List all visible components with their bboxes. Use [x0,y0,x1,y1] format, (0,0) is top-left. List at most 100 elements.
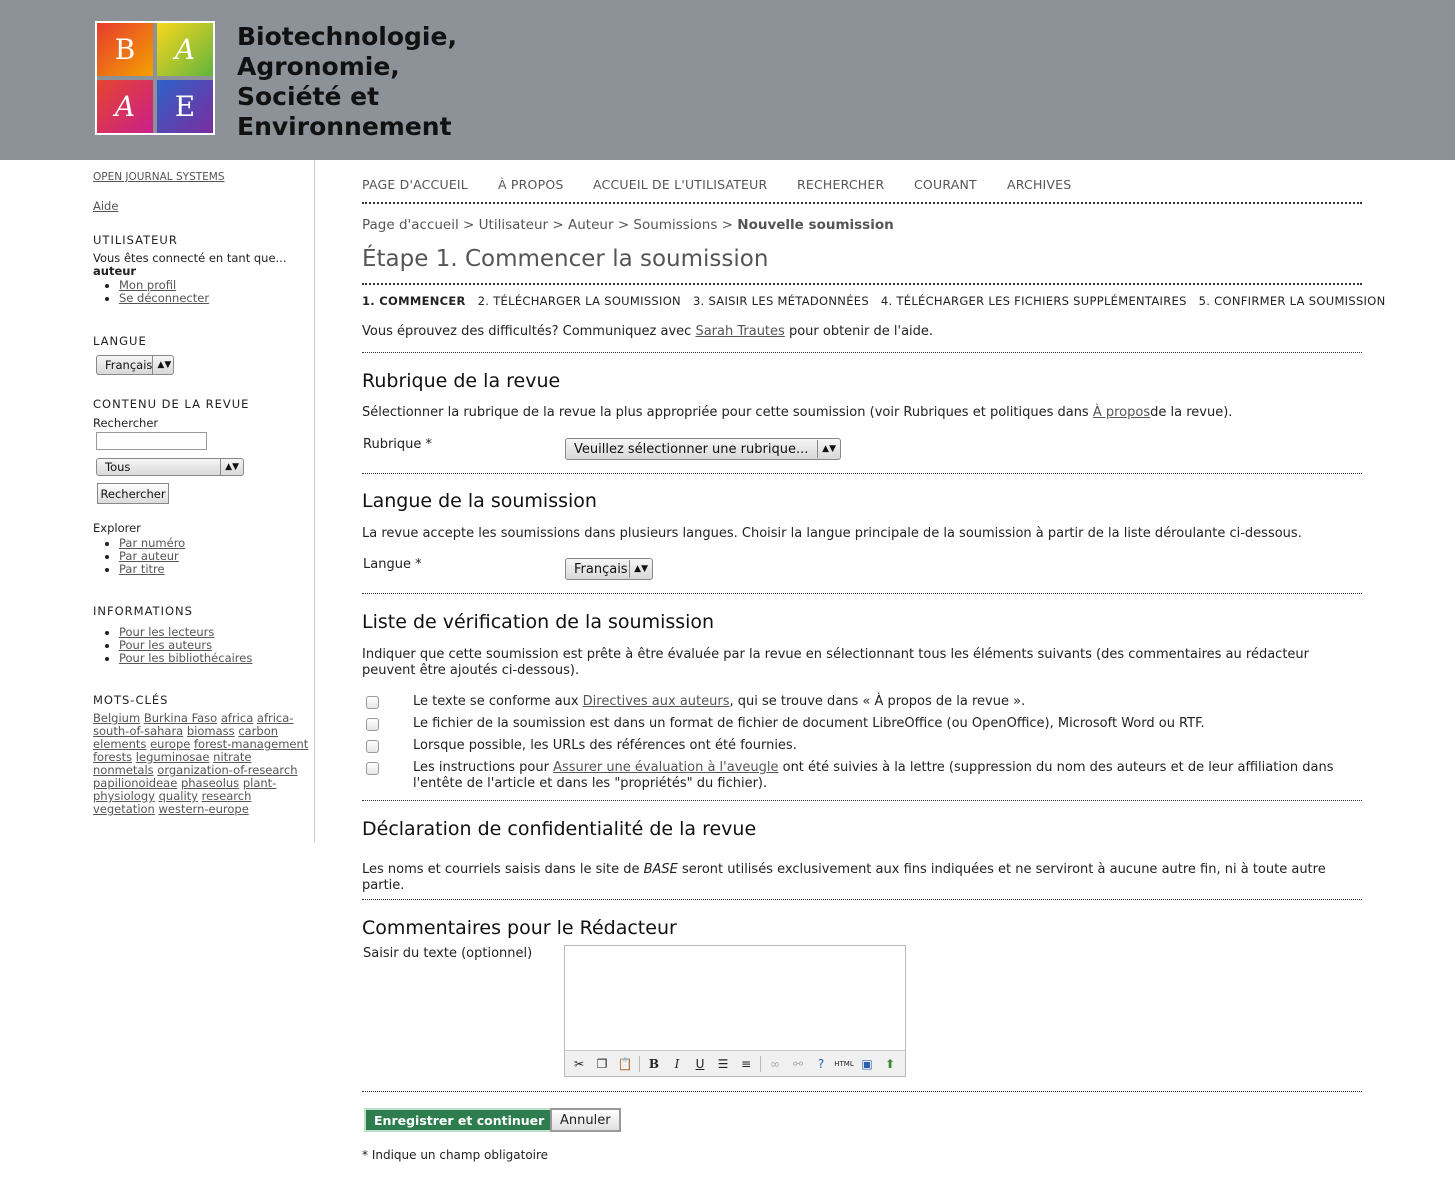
checklist-checkbox-4[interactable] [366,762,379,775]
cancel-button[interactable]: Annuler [550,1108,621,1132]
checklist-checkbox-2[interactable] [366,718,379,731]
keyword-link[interactable]: biomass [187,724,235,738]
divider [362,1091,1362,1092]
paste-icon[interactable]: 📋 [615,1054,635,1074]
bullet-list-icon[interactable]: ☰ [713,1054,733,1074]
blind-review-link[interactable]: Assurer une évaluation à l'aveugle [553,760,778,775]
open-journal-systems-link[interactable]: OPEN JOURNAL SYSTEMS [93,171,225,183]
italic-icon[interactable]: I [667,1054,687,1074]
language-section-title: Langue de la soumission [362,490,597,512]
nav-archives[interactable]: ARCHIVES [1007,177,1071,192]
keyword-link[interactable]: vegetation [93,802,155,816]
nav-home[interactable]: PAGE D'ACCUEIL [362,177,468,192]
underline-icon[interactable]: U [690,1054,710,1074]
divider [362,899,1362,900]
keyword-link[interactable]: carbon [238,724,278,738]
about-link[interactable]: À propos [1093,405,1150,420]
unlink-icon[interactable]: ⚯ [788,1054,808,1074]
for-readers-link[interactable]: Pour les lecteurs [119,625,214,639]
keyword-link[interactable]: organization-of-research [157,763,297,777]
keyword-link[interactable]: nitrate [213,750,251,764]
keywords-block-title: MOTS-CLÉS [93,693,169,707]
breadcrumb-home[interactable]: Page d'accueil [362,217,459,233]
logged-in-as-text: Vous êtes connecté en tant que... [93,251,287,265]
checklist-checkbox-1[interactable] [366,696,379,709]
keyword-link[interactable]: elements [93,737,146,751]
nav-search[interactable]: RECHERCHER [797,177,884,192]
sidebar-language-select[interactable]: Français ▲▼ [96,355,174,375]
journal-logo[interactable]: B A A E [95,21,215,135]
sidebar-search-input[interactable] [96,432,207,450]
numbered-list-icon[interactable]: ≡ [736,1054,756,1074]
site-title-line: Biotechnologie, [237,22,457,51]
rubric-description-text: Sélectionner la rubrique de la revue la … [362,405,1093,420]
browse-by-title-link[interactable]: Par titre [119,562,165,576]
author-guidelines-link[interactable]: Directives aux auteurs [583,694,730,709]
rubric-description-end: de la revue). [1150,405,1233,420]
comments-editor[interactable]: ✂ ❐ 📋 B I U ☰ ≡ ∞ ⚯ ? HTML ▣ ⬆ [564,945,906,1077]
keyword-link[interactable]: phaseolus [181,776,239,790]
logo-quadrant-e: E [157,80,213,133]
help-icon[interactable]: ? [811,1054,831,1074]
rubric-select[interactable]: Veuillez sélectionner une rubrique... ▲▼ [565,438,841,460]
checklist-section-title: Liste de vérification de la soumission [362,611,715,633]
for-librarians-link[interactable]: Pour les bibliothécaires [119,651,252,665]
keyword-link[interactable]: research [202,789,252,803]
submission-language-select[interactable]: Français ▲▼ [565,558,653,580]
keyword-link[interactable]: nonmetals [93,763,154,777]
browse-by-issue-link[interactable]: Par numéro [119,536,185,550]
sidebar: OPEN JOURNAL SYSTEMS Aide UTILISATEUR Vo… [93,160,315,842]
keyword-link[interactable]: papilionoideae [93,776,177,790]
keyword-link[interactable]: leguminosae [136,750,210,764]
breadcrumb-current[interactable]: Nouvelle soumission [737,217,893,233]
nav-user-home[interactable]: ACCUEIL DE L'UTILISATEUR [593,177,767,192]
checklist-item-1: Le texte se conforme aux Directives aux … [413,694,1353,710]
upload-image-icon[interactable]: ⬆ [880,1054,900,1074]
bold-icon[interactable]: B [644,1054,664,1074]
step-3: 3. SAISIR LES MÉTADONNÉES [692,294,869,308]
search-scope-select[interactable]: Tous ▲▼ [96,458,244,476]
breadcrumb-user[interactable]: Utilisateur [479,217,548,233]
select-arrows-icon: ▲▼ [629,560,648,578]
breadcrumb-author[interactable]: Auteur [568,217,614,233]
for-authors-link[interactable]: Pour les auteurs [119,638,212,652]
keyword-link[interactable]: Burkina Faso [144,711,217,725]
select-arrows-icon: ▲▼ [220,458,239,476]
breadcrumb-separator: > [617,217,630,233]
checklist-checkbox-3[interactable] [366,740,379,753]
browse-label: Explorer [93,521,141,535]
cut-icon[interactable]: ✂ [569,1054,589,1074]
required-field-note: * Indique un champ obligatoire [362,1148,549,1162]
nav-current[interactable]: COURANT [914,177,977,192]
copy-icon[interactable]: ❐ [592,1054,612,1074]
logo-quadrant-a2: A [97,80,153,133]
divider [362,352,1362,353]
keyword-link[interactable]: forests [93,750,132,764]
save-and-continue-button[interactable]: Enregistrer et continuer [364,1108,555,1132]
keyword-link[interactable]: forest-management [194,737,308,751]
sidebar-search-button[interactable]: Rechercher [97,483,169,504]
my-profile-link[interactable]: Mon profil [119,278,176,292]
divider [362,800,1362,801]
keyword-link[interactable]: quality [159,789,198,803]
browse-by-author-link[interactable]: Par auteur [119,549,179,563]
keyword-link[interactable]: Belgium [93,711,140,725]
help-text-after: pour obtenir de l'aide. [784,324,934,339]
keyword-link[interactable]: western-europe [159,802,249,816]
search-label: Rechercher [93,416,159,430]
sidebar-language-value: Français [105,358,153,372]
link-icon[interactable]: ∞ [765,1054,785,1074]
toolbar-divider [760,1055,761,1072]
nav-about[interactable]: À PROPOS [498,177,564,192]
keyword-cloud: Belgium Burkina Faso africa africa-south… [93,712,315,816]
submission-language-value: Français [574,561,628,577]
html-icon[interactable]: HTML [834,1054,854,1074]
keyword-link[interactable]: europe [150,737,190,751]
help-link[interactable]: Aide [93,199,118,213]
breadcrumb-submissions[interactable]: Soumissions [633,217,717,233]
fullscreen-icon[interactable]: ▣ [857,1054,877,1074]
logout-link[interactable]: Se déconnecter [119,291,209,305]
contact-link[interactable]: Sarah Trautes [695,324,784,339]
keyword-link[interactable]: africa [221,711,253,725]
username: auteur [93,264,137,278]
